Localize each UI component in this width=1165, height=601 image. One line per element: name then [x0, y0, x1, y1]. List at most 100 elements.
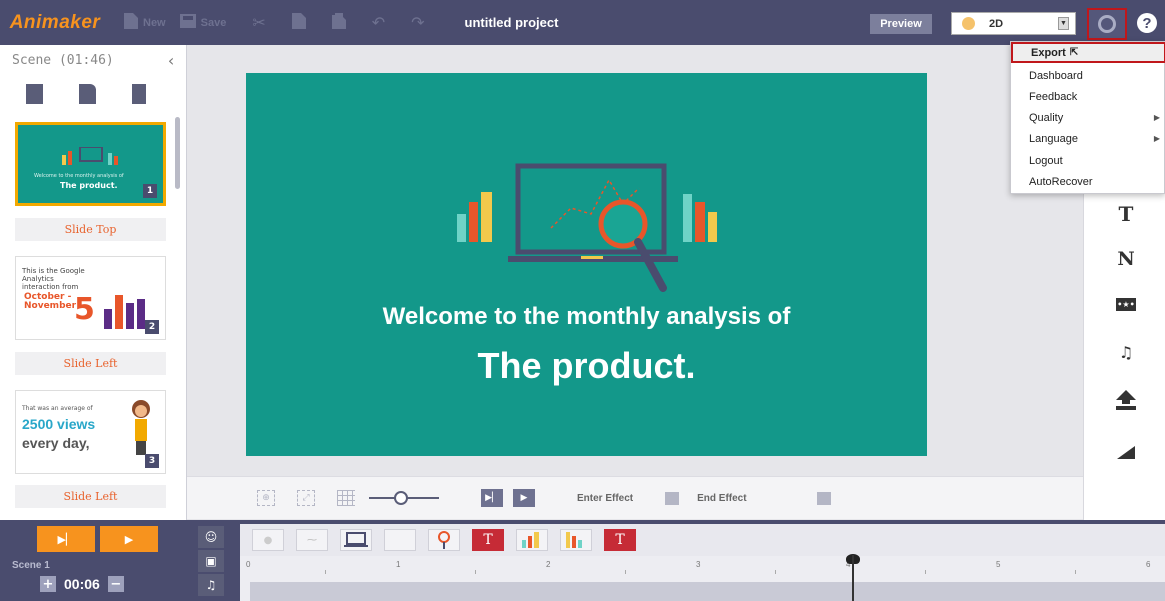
paste-icon[interactable] [331, 12, 346, 33]
move-icon[interactable]: ⊕ [257, 490, 275, 506]
project-title[interactable]: untitled project [465, 15, 559, 30]
transition-label[interactable]: Slide Top [15, 218, 166, 241]
timeline-item-ghost[interactable]: ● [252, 529, 284, 551]
ruler-tick: 6 [1146, 560, 1151, 569]
stage-controls: ⊕ ⤢ ▶▏ ▶ Enter Effect End Effect [187, 476, 1083, 519]
add-scene-icon[interactable] [26, 84, 43, 104]
timeline-item-magnifier[interactable] [428, 529, 460, 551]
play-scene-button[interactable]: ▶▏ [37, 526, 95, 552]
undo-icon[interactable]: ↶ [372, 13, 385, 32]
character-face-icon [962, 17, 975, 30]
redo-icon[interactable]: ↷ [411, 13, 424, 32]
duplicate-scene-icon[interactable] [79, 84, 96, 104]
slide-2-text: This is the Google Analytics interaction… [22, 267, 85, 291]
playhead[interactable] [852, 555, 854, 601]
new-button[interactable]: New [124, 13, 166, 32]
decrease-duration-button[interactable]: − [107, 576, 124, 592]
stage-title[interactable]: The product. [246, 345, 927, 387]
menu-item-dashboard[interactable]: Dashboard [1011, 65, 1165, 86]
zoom-slider[interactable] [369, 490, 439, 506]
menu-item-export[interactable]: Export ⇱ [1011, 42, 1165, 63]
slide-number: 2 [145, 320, 159, 334]
menu-item-feedback[interactable]: Feedback [1011, 86, 1165, 107]
music-track-icon[interactable]: ♫ [198, 574, 224, 596]
play-all-button[interactable]: ▶ [100, 526, 158, 552]
timeline: ▶▏ ▶ Scene 1 + 00:06 − ☺ ▣ ♫ ● ⁓ T T 0 1… [0, 520, 1165, 601]
preview-button[interactable]: Preview [870, 14, 932, 34]
ruler-tick: 2 [546, 560, 551, 569]
collapse-panel-icon[interactable]: ‹ [166, 51, 176, 70]
slide-2-number: 5 [74, 292, 95, 327]
ruler-tick: 0 [246, 560, 251, 569]
new-button-label: New [143, 16, 166, 29]
text-tool-icon[interactable]: T [1114, 202, 1138, 226]
music-tool-icon[interactable]: ♫ [1114, 340, 1138, 364]
scenes-panel: Scene (01:46) ‹ Welcome to the monthly a… [0, 45, 187, 520]
mode-select[interactable]: 2D ▼ [951, 12, 1076, 35]
chevron-down-icon: ▼ [1058, 17, 1069, 30]
scene-thumbnail-1[interactable]: Welcome to the monthly analysis of The p… [15, 122, 166, 206]
upload-icon[interactable] [1114, 388, 1138, 412]
enter-effect-label[interactable]: Enter Effect [577, 493, 633, 504]
slide-1-subtitle: Welcome to the monthly analysis of [34, 173, 124, 179]
stage-subtitle[interactable]: Welcome to the monthly analysis of [246, 303, 927, 331]
timeline-ruler[interactable]: 0 1 2 3 4 5 6 [240, 556, 1165, 601]
timeline-track-icons: ☺ ▣ ♫ [198, 526, 228, 598]
app-logo: Animaker [9, 11, 101, 33]
delete-scene-icon[interactable] [132, 84, 146, 104]
duration-control: + 00:06 − [40, 576, 124, 592]
timeline-scene-controls: ▶▏ ▶ Scene 1 + 00:06 − [0, 520, 187, 601]
slide-1-title: The product. [60, 181, 118, 190]
menu-item-logout[interactable]: Logout [1011, 150, 1165, 171]
timeline-item-text[interactable]: T [472, 529, 504, 551]
settings-button[interactable] [1087, 8, 1127, 40]
expand-icon[interactable]: ⤢ [297, 490, 315, 506]
slide-3-views: 2500 views [22, 416, 96, 432]
transition-label[interactable]: Slide Left [15, 352, 166, 375]
end-effect-toggle[interactable] [816, 491, 831, 505]
timeline-items-strip: ● ⁓ T T [240, 524, 1165, 556]
settings-menu: Export ⇱ Dashboard Feedback Quality ▶ La… [1010, 41, 1165, 194]
scissors-icon[interactable]: ✂ [252, 13, 265, 32]
background-tool-icon[interactable] [1114, 440, 1138, 464]
save-button[interactable]: Save [179, 14, 226, 31]
timeline-item-line[interactable]: ⁓ [296, 529, 328, 551]
top-toolbar: Animaker New Save ✂ ↶ ↷ untitled project… [0, 0, 1165, 45]
grid-icon[interactable] [337, 490, 355, 506]
slide-number: 1 [143, 184, 157, 198]
help-icon[interactable]: ? [1137, 13, 1157, 33]
end-effect-label[interactable]: End Effect [697, 493, 746, 504]
timeline-item-text[interactable]: T [604, 529, 636, 551]
timeline-track[interactable] [250, 582, 1165, 601]
number-tool-icon[interactable]: N [1114, 247, 1138, 271]
scenes-scrollbar[interactable] [175, 117, 180, 189]
gear-icon [1098, 15, 1116, 33]
transition-label[interactable]: Slide Left [15, 485, 166, 508]
timeline-item-laptop[interactable] [340, 529, 372, 551]
play-scene-icon[interactable]: ▶▏ [481, 489, 503, 507]
save-icon [179, 14, 196, 31]
play-icon[interactable]: ▶ [513, 489, 535, 507]
scenes-header: Scene (01:46) ‹ [0, 45, 186, 75]
menu-item-quality[interactable]: Quality ▶ [1011, 107, 1165, 128]
character-track-icon[interactable]: ☺ [198, 526, 224, 548]
scene-thumbnail-3[interactable]: That was an average of 2500 views every … [15, 390, 166, 474]
timeline-item-bars[interactable] [516, 529, 548, 551]
timeline-item-bars[interactable] [560, 529, 592, 551]
menu-item-language[interactable]: Language ▶ [1011, 128, 1165, 149]
chart-illustration [62, 147, 118, 165]
zoom-knob[interactable] [394, 491, 408, 505]
duration-value: 00:06 [64, 576, 100, 592]
camera-track-icon[interactable]: ▣ [198, 550, 224, 572]
badge-tool-icon[interactable]: •★• [1114, 292, 1138, 316]
mode-select-value: 2D [989, 17, 1004, 30]
enter-effect-toggle[interactable] [665, 491, 680, 505]
canvas-stage[interactable]: Welcome to the monthly analysis of The p… [246, 73, 927, 456]
slide-3-text: That was an average of [22, 405, 93, 412]
scenes-header-label: Scene (01:46) [12, 52, 114, 68]
copy-icon[interactable] [291, 12, 306, 33]
menu-item-autorecover[interactable]: AutoRecover [1011, 171, 1165, 192]
timeline-item-blank[interactable] [384, 529, 416, 551]
increase-duration-button[interactable]: + [40, 576, 56, 592]
scene-thumbnail-2[interactable]: This is the Google Analytics interaction… [15, 256, 166, 340]
